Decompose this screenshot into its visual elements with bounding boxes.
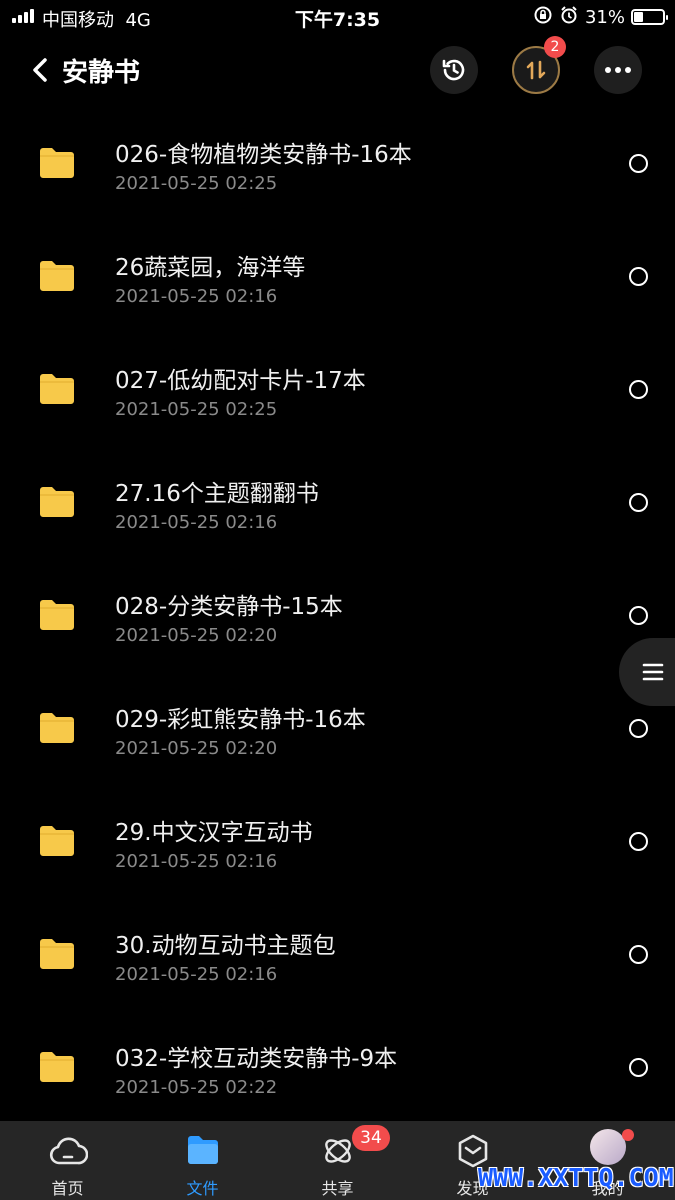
file-name: 26蔬菜园，海洋等 xyxy=(115,255,306,281)
cloud-icon xyxy=(49,1137,88,1165)
folder-icon xyxy=(40,374,74,404)
history-button[interactable] xyxy=(430,46,478,94)
file-name: 29.中文汉字互动书 xyxy=(115,820,313,846)
page-title: 安静书 xyxy=(62,58,141,88)
file-name: 028-分类安静书-15本 xyxy=(115,594,343,620)
status-bar: 中国移动 4G 下午7:35 31% xyxy=(0,0,675,34)
more-icon xyxy=(605,67,631,73)
file-name: 27.16个主题翻翻书 xyxy=(115,481,319,507)
status-right: 31% xyxy=(533,5,668,30)
tab-share[interactable]: 34 共享 xyxy=(270,1121,405,1200)
history-icon xyxy=(442,59,465,81)
select-checkbox[interactable] xyxy=(629,832,648,851)
select-checkbox[interactable] xyxy=(629,154,648,173)
folder-icon xyxy=(40,826,74,856)
tab-files[interactable]: 文件 xyxy=(135,1121,270,1200)
select-checkbox[interactable] xyxy=(629,380,648,399)
file-name: 029-彩虹熊安静书-16本 xyxy=(115,707,366,733)
battery-icon xyxy=(631,9,668,25)
watermark: WWW.XXTTQ.COM xyxy=(478,1163,674,1192)
folder-icon xyxy=(40,600,74,630)
avatar xyxy=(589,1129,634,1165)
file-date: 2021-05-25 02:16 xyxy=(115,512,278,533)
folder-icon xyxy=(40,713,74,743)
folder-icon xyxy=(40,487,74,517)
folder-icon xyxy=(40,939,74,969)
notification-dot xyxy=(621,1129,634,1141)
file-item[interactable]: 26蔬菜园，海洋等 2021-05-25 02:16 xyxy=(0,221,675,334)
select-checkbox[interactable] xyxy=(629,606,648,625)
file-item[interactable]: 028-分类安静书-15本 2021-05-25 02:20 xyxy=(0,560,675,673)
file-item[interactable]: 29.中文汉字互动书 2021-05-25 02:16 xyxy=(0,786,675,899)
file-date: 2021-05-25 02:25 xyxy=(115,399,278,420)
file-name: 026-食物植物类安静书-16本 xyxy=(115,142,412,168)
file-name: 027-低幼配对卡片-17本 xyxy=(115,368,366,394)
file-item[interactable]: 30.动物互动书主题包 2021-05-25 02:16 xyxy=(0,899,675,1012)
file-date: 2021-05-25 02:16 xyxy=(115,851,278,872)
file-item[interactable]: 027-低幼配对卡片-17本 2021-05-25 02:25 xyxy=(0,334,675,447)
menu-icon xyxy=(642,663,664,681)
file-list: 026-食物植物类安静书-16本 2021-05-25 02:25 26蔬菜园，… xyxy=(0,108,675,1125)
file-item[interactable]: 27.16个主题翻翻书 2021-05-25 02:16 xyxy=(0,447,675,560)
more-button[interactable] xyxy=(594,46,642,94)
file-date: 2021-05-25 02:22 xyxy=(115,1077,278,1098)
select-checkbox[interactable] xyxy=(629,945,648,964)
tab-label: 共享 xyxy=(321,1179,354,1198)
transfer-icon xyxy=(526,60,546,80)
file-name: 30.动物互动书主题包 xyxy=(115,933,336,959)
file-item[interactable]: 026-食物植物类安静书-16本 2021-05-25 02:25 xyxy=(0,108,675,221)
select-checkbox[interactable] xyxy=(629,719,648,738)
tab-label: 文件 xyxy=(186,1179,219,1198)
nav-bar: 安静书 2 xyxy=(0,36,675,100)
select-checkbox[interactable] xyxy=(629,267,648,286)
folder-icon xyxy=(40,1052,74,1082)
tab-label: 首页 xyxy=(51,1179,84,1198)
tab-home[interactable]: 首页 xyxy=(0,1121,135,1200)
alarm-icon xyxy=(559,5,579,30)
folder-icon xyxy=(187,1136,218,1164)
chevron-left-icon xyxy=(33,58,47,82)
battery-fill xyxy=(634,12,643,22)
folder-icon xyxy=(40,148,74,178)
file-item[interactable]: 032-学校互动类安静书-9本 2021-05-25 02:22 xyxy=(0,1012,675,1125)
file-date: 2021-05-25 02:20 xyxy=(115,738,278,759)
folder-icon xyxy=(40,261,74,291)
file-date: 2021-05-25 02:20 xyxy=(115,625,278,646)
file-date: 2021-05-25 02:16 xyxy=(115,964,278,985)
back-button[interactable] xyxy=(26,52,62,88)
rotation-lock-icon xyxy=(533,5,553,30)
file-item[interactable]: 029-彩虹熊安静书-16本 2021-05-25 02:20 xyxy=(0,673,675,786)
select-checkbox[interactable] xyxy=(629,1058,648,1077)
transfer-badge: 2 xyxy=(544,36,566,58)
file-date: 2021-05-25 02:16 xyxy=(115,286,278,307)
file-date: 2021-05-25 02:25 xyxy=(115,173,278,194)
file-name: 032-学校互动类安静书-9本 xyxy=(115,1046,398,1072)
battery-percent: 31% xyxy=(584,6,625,28)
share-badge: 34 xyxy=(352,1125,390,1151)
select-checkbox[interactable] xyxy=(629,493,648,512)
